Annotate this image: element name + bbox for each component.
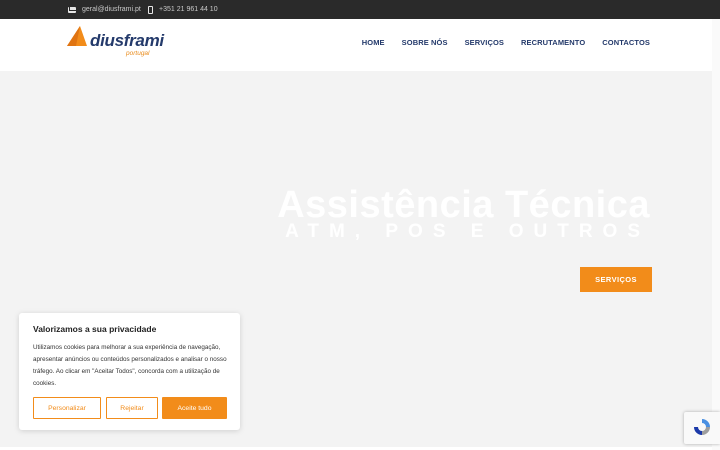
services-button[interactable]: SERVIÇOS <box>580 267 652 292</box>
nav-contactos[interactable]: CONTACTOS <box>602 38 650 47</box>
accept-all-button[interactable]: Aceite tudo <box>162 397 227 419</box>
triangle-logo-mark <box>67 26 87 46</box>
top-phone-text[interactable]: +351 21 961 44 10 <box>159 6 218 13</box>
top-contact-bar: geral@diusframi.pt +351 21 961 44 10 <box>0 0 720 19</box>
mobile-phone-icon <box>148 5 153 14</box>
reject-button[interactable]: Rejeitar <box>106 397 158 419</box>
customize-button[interactable]: Personalizar <box>33 397 101 419</box>
cookie-title: Valorizamos a sua privacidade <box>33 324 157 334</box>
recaptcha-badge[interactable] <box>684 412 720 444</box>
cookie-text: Utilizamos cookies para melhorar a sua e… <box>33 344 227 387</box>
site-header: diusframi portugal HOME SOBRE NÓS SERVIÇ… <box>0 19 720 71</box>
nav-servicos[interactable]: SERVIÇOS <box>465 38 504 47</box>
hero-subtitle: ATM, POS E OUTROS <box>285 221 650 242</box>
nav-recrutamento[interactable]: RECRUTAMENTO <box>521 38 585 47</box>
cookie-consent-banner: Valorizamos a sua privacidade Utilizamos… <box>19 313 240 430</box>
recaptcha-icon <box>694 419 710 435</box>
top-email-text[interactable]: geral@diusframi.pt <box>82 6 141 13</box>
logo[interactable]: diusframi portugal <box>66 25 164 61</box>
main-nav: HOME SOBRE NÓS SERVIÇOS RECRUTAMENTO CON… <box>362 19 650 65</box>
top-email[interactable]: geral@diusframi.pt <box>68 0 141 19</box>
nav-home[interactable]: HOME <box>362 38 385 47</box>
logo-subtitle: portugal <box>126 50 150 57</box>
logo-name: diusframi <box>90 31 164 50</box>
envelope-icon <box>68 6 76 13</box>
scrollbar-track[interactable] <box>712 19 720 450</box>
top-phone[interactable]: +351 21 961 44 10 <box>148 0 218 19</box>
nav-sobre-nos[interactable]: SOBRE NÓS <box>402 38 448 47</box>
